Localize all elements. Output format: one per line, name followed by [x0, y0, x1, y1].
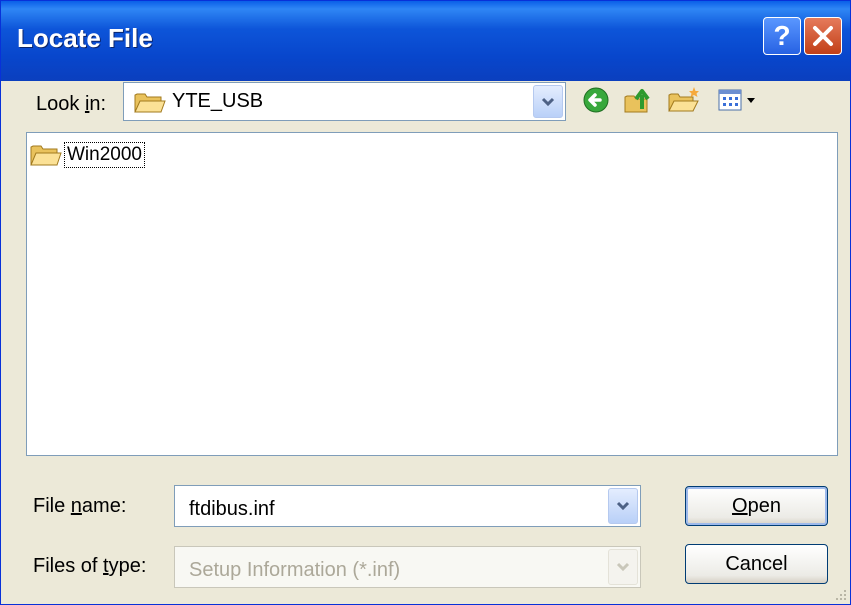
- file-name-value: ftdibus.inf: [189, 498, 275, 520]
- chevron-down-icon: [616, 562, 630, 572]
- files-of-type-value: Setup Information (*.inf): [189, 559, 401, 581]
- resize-grip-icon[interactable]: [832, 586, 848, 602]
- new-folder-button[interactable]: [667, 85, 701, 120]
- cancel-button[interactable]: Cancel: [685, 544, 828, 584]
- up-one-level-button[interactable]: [623, 85, 655, 120]
- look-in-dropdown-button[interactable]: [533, 85, 563, 118]
- back-button[interactable]: [581, 85, 611, 120]
- close-icon: [813, 26, 833, 46]
- look-in-select[interactable]: YTE_USB: [123, 82, 566, 121]
- up-folder-icon: [624, 89, 650, 113]
- look-in-label: Look in:: [36, 93, 107, 115]
- file-name-label: File name:: [33, 495, 127, 517]
- chevron-down-icon: [541, 97, 555, 106]
- look-in-value: YTE_USB: [172, 90, 264, 112]
- folder-icon: [134, 93, 166, 113]
- open-button[interactable]: Open: [685, 486, 828, 526]
- back-icon: [583, 87, 609, 113]
- dialog-title: Locate File: [17, 23, 153, 53]
- new-folder-icon: [668, 87, 699, 112]
- files-of-type-select: Setup Information (*.inf): [174, 546, 641, 588]
- folder-icon: [30, 145, 62, 166]
- chevron-down-icon: [616, 501, 630, 511]
- file-list[interactable]: Win2000: [26, 132, 838, 456]
- list-item-label: Win2000: [64, 142, 145, 168]
- list-item[interactable]: Win2000: [30, 142, 145, 168]
- files-of-type-dropdown-button: [608, 549, 638, 585]
- view-menu-icon: [718, 89, 755, 111]
- view-menu-button[interactable]: [717, 85, 761, 120]
- files-of-type-label: Files of type:: [33, 555, 147, 577]
- title-bar[interactable]: Locate File ?: [1, 1, 850, 81]
- locate-file-dialog: Locate File ? Look in: YTE_USB Win2000 F…: [0, 0, 851, 605]
- help-button[interactable]: ?: [763, 17, 801, 55]
- help-icon: ?: [773, 20, 791, 51]
- file-name-input[interactable]: ftdibus.inf: [174, 485, 641, 527]
- file-name-dropdown-button[interactable]: [608, 488, 638, 524]
- close-button[interactable]: [804, 17, 842, 55]
